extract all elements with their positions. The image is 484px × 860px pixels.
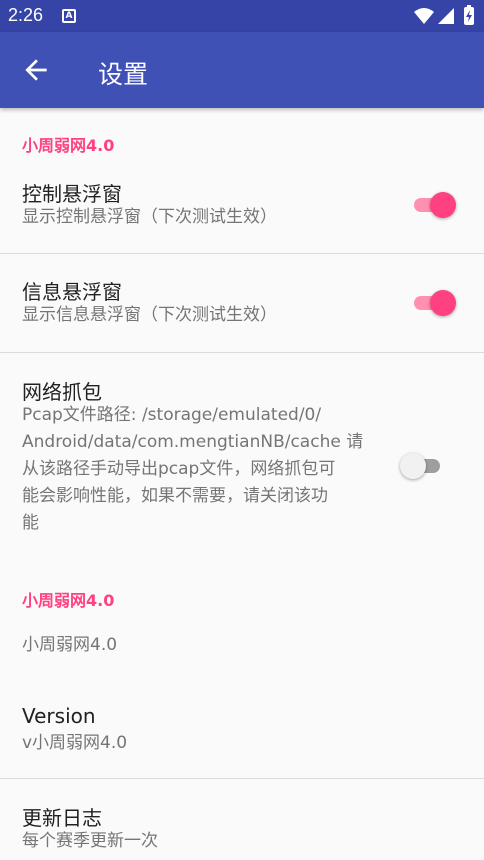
switch-thumb bbox=[430, 290, 456, 316]
settings-list[interactable]: 小周弱网4.0 控制悬浮窗 显示控制悬浮窗（下次测试生效） 信息悬浮窗 显示信息… bbox=[0, 108, 484, 860]
preference-title: 控制悬浮窗 bbox=[22, 182, 122, 206]
divider bbox=[0, 352, 484, 353]
page-title: 设置 bbox=[98, 60, 149, 89]
status-bar: 2:26 A bbox=[0, 0, 484, 32]
status-time: 2:26 bbox=[8, 5, 44, 25]
packet-capture-preference[interactable]: 网络抓包 Pcap文件路径: /storage/emulated/0/ Andr… bbox=[0, 368, 484, 548]
signal-icon bbox=[438, 8, 454, 24]
preference-title: 网络抓包 bbox=[22, 380, 102, 404]
category-header: 小周弱网4.0 bbox=[22, 136, 115, 155]
preference-title: Version bbox=[22, 704, 96, 728]
summary-line: 能 bbox=[22, 513, 39, 533]
preference-summary: v小周弱网4.0 bbox=[22, 733, 128, 753]
summary-line: 能会影响性能，如果不需要，请关闭该功 bbox=[22, 486, 328, 506]
summary-line: 从该路径手动导出pcap文件，网络抓包可 bbox=[22, 459, 336, 479]
preference-title: 信息悬浮窗 bbox=[22, 280, 122, 304]
arrow-left-icon[interactable] bbox=[20, 54, 52, 86]
control-float-preference[interactable]: 控制悬浮窗 显示控制悬浮窗（下次测试生效） bbox=[0, 170, 484, 254]
category-header: 小周弱网4.0 bbox=[22, 591, 115, 610]
preference-summary: 显示信息悬浮窗（下次测试生效） bbox=[22, 305, 277, 325]
switch-thumb bbox=[430, 192, 456, 218]
notification-icon: A bbox=[62, 9, 76, 23]
app-bar: 设置 bbox=[0, 32, 484, 108]
preference-summary: 每个赛季更新一次 bbox=[22, 831, 158, 851]
divider bbox=[0, 253, 484, 254]
changelog-preference[interactable]: 更新日志 每个赛季更新一次 bbox=[0, 794, 484, 860]
info-float-preference[interactable]: 信息悬浮窗 显示信息悬浮窗（下次测试生效） bbox=[0, 268, 484, 352]
wifi-icon bbox=[414, 8, 434, 24]
preference-summary: Pcap文件路径: /storage/emulated/0/ Android/d… bbox=[22, 402, 363, 537]
control-float-switch[interactable] bbox=[410, 189, 460, 219]
packet-capture-switch[interactable] bbox=[400, 450, 450, 480]
switch-thumb bbox=[400, 453, 426, 479]
preference-summary: 显示控制悬浮窗（下次测试生效） bbox=[22, 207, 277, 227]
divider bbox=[0, 778, 484, 779]
info-float-switch[interactable] bbox=[410, 287, 460, 317]
preference-title: 更新日志 bbox=[22, 806, 102, 830]
battery-icon bbox=[464, 5, 474, 25]
app-name-preference[interactable]: 小周弱网4.0 bbox=[0, 622, 484, 678]
summary-line: Pcap文件路径: /storage/emulated/0/ bbox=[22, 405, 322, 425]
preference-summary: 小周弱网4.0 bbox=[22, 635, 118, 655]
summary-line: Android/data/com.mengtianNB/cache 请 bbox=[22, 432, 364, 452]
version-preference[interactable]: Version v小周弱网4.0 bbox=[0, 696, 484, 778]
